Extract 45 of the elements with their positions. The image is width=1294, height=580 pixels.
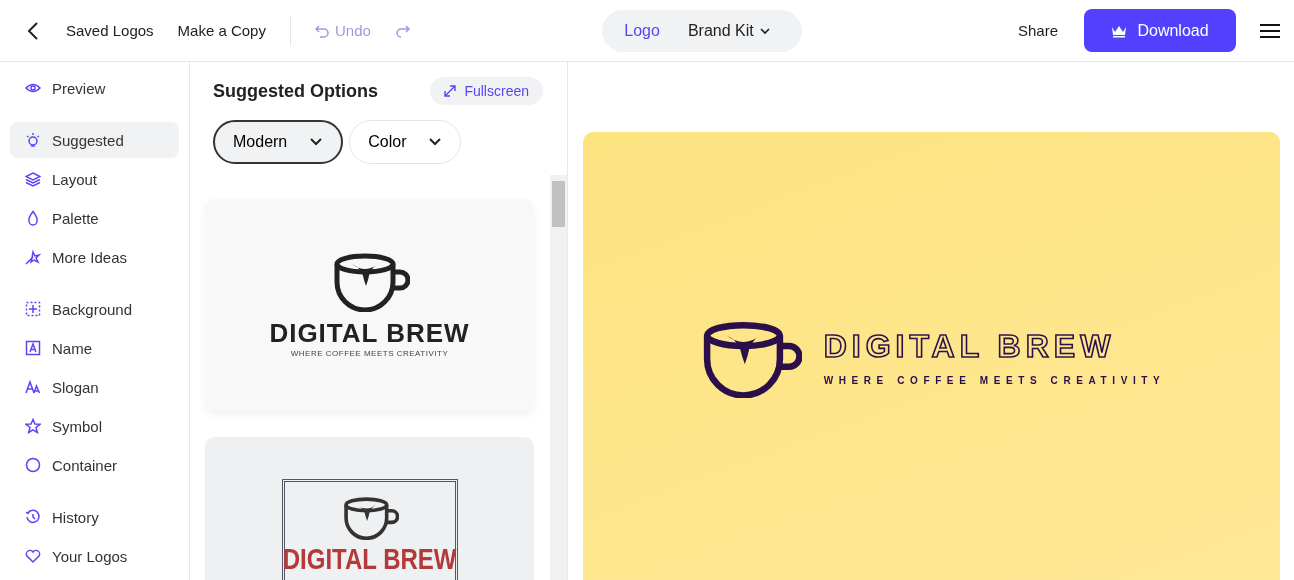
sidebar-item[interactable]: Container bbox=[10, 447, 179, 483]
letter-box-icon bbox=[25, 340, 41, 356]
panel-title: Suggested Options bbox=[213, 80, 378, 102]
sidebar-item[interactable]: More Ideas bbox=[10, 239, 179, 275]
share-link[interactable]: Share bbox=[1017, 22, 1058, 39]
sidebar-item[interactable]: Preview bbox=[10, 70, 179, 106]
menu-icon[interactable] bbox=[1260, 22, 1280, 39]
sidebar-item[interactable]: Your Logos bbox=[10, 538, 179, 574]
dashed-square-icon bbox=[25, 301, 41, 317]
circle-icon bbox=[25, 457, 41, 473]
sidebar-item[interactable]: Layout bbox=[10, 161, 179, 197]
expand-icon bbox=[444, 85, 457, 97]
sidebar-item[interactable]: Suggested bbox=[10, 122, 179, 158]
magic-wand-icon bbox=[25, 249, 41, 265]
lightbulb-icon bbox=[25, 132, 41, 148]
undo-icon bbox=[314, 23, 329, 38]
sidebar-item[interactable]: Slogan bbox=[10, 369, 179, 405]
toolbar-link[interactable]: Make a Copy bbox=[177, 22, 266, 39]
history-icon bbox=[25, 509, 41, 525]
mode-tab[interactable]: Logo bbox=[612, 17, 672, 44]
logo-name: DIGITAL BREW bbox=[823, 328, 1117, 365]
filter-dropdown[interactable]: Color bbox=[349, 120, 462, 164]
sidebar-item[interactable]: History bbox=[10, 499, 179, 535]
droplet-icon bbox=[25, 210, 41, 226]
font-icon bbox=[25, 379, 41, 395]
logo-name: DIGITAL BREW bbox=[269, 318, 470, 349]
sidebar-item[interactable]: Name bbox=[10, 330, 179, 366]
heart-icon bbox=[25, 548, 41, 564]
layers-icon bbox=[25, 171, 41, 187]
logo-option-card[interactable]: DIGITAL BREW WHERE COFFEE MEETS CREATIVITY bbox=[205, 199, 534, 411]
sidebar-item[interactable]: Background bbox=[10, 291, 179, 327]
fullscreen-button[interactable]: Fullscreen bbox=[430, 77, 543, 105]
star-icon bbox=[25, 418, 41, 434]
chevron-down-icon bbox=[428, 137, 443, 147]
back-icon[interactable] bbox=[26, 20, 40, 41]
sidebar-item[interactable]: Symbol bbox=[10, 408, 179, 444]
filter-dropdown[interactable]: Modern bbox=[213, 120, 344, 164]
sidebar-item[interactable]: Palette bbox=[10, 200, 179, 236]
download-button[interactable]: Download bbox=[1084, 9, 1236, 52]
scrollbar[interactable] bbox=[550, 175, 567, 580]
toolbar-link[interactable]: Saved Logos bbox=[66, 22, 154, 39]
mode-tab[interactable]: Brand Kit bbox=[675, 17, 782, 44]
logo-slogan: WHERE COFFEE MEETS CREATIVITY bbox=[290, 349, 449, 358]
logo-slogan: WHERE COFFEE MEETS CREATIVITY bbox=[823, 375, 1166, 386]
chevron-down-icon bbox=[309, 137, 324, 147]
